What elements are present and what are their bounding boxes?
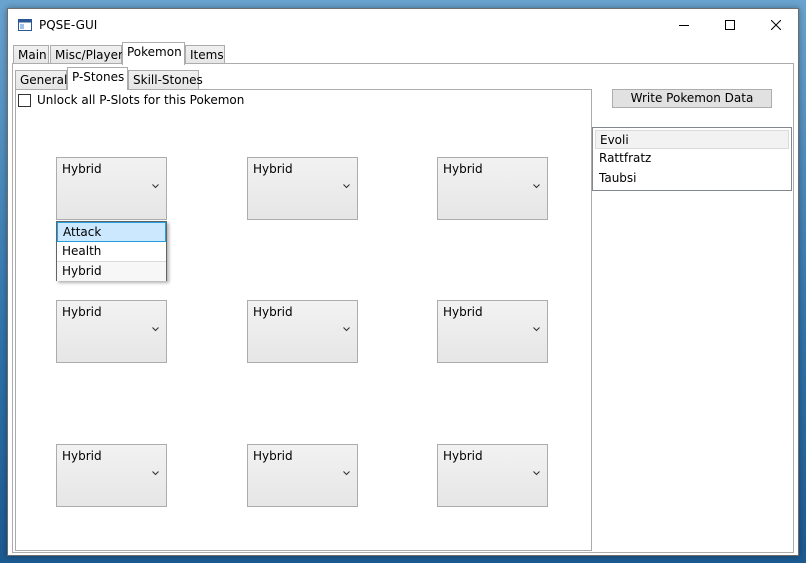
- stone-slot-6[interactable]: Hybrid: [437, 300, 548, 363]
- slot-value: Hybrid: [253, 449, 293, 463]
- stone-slot-2[interactable]: Hybrid: [247, 157, 358, 220]
- slot-value: Hybrid: [62, 305, 102, 319]
- slot-value: Hybrid: [443, 162, 483, 176]
- tab-general[interactable]: General: [15, 70, 67, 90]
- stone-slot-8[interactable]: Hybrid: [247, 444, 358, 507]
- list-item[interactable]: Evoli: [595, 130, 789, 149]
- chevron-down-icon: [343, 184, 350, 189]
- tab-items[interactable]: Items: [185, 45, 225, 65]
- list-item[interactable]: Rattfratz: [595, 149, 789, 168]
- minimize-button[interactable]: [661, 9, 707, 42]
- chevron-down-icon: [152, 471, 159, 476]
- tab-misc-player[interactable]: Misc/Player: [50, 45, 123, 65]
- window-title: PQSE-GUI: [39, 18, 98, 32]
- stone-slot-4[interactable]: Hybrid: [56, 300, 167, 363]
- list-item[interactable]: Taubsi: [595, 169, 789, 188]
- stone-slot-1[interactable]: Hybrid: [56, 157, 167, 220]
- pokemon-list: Evoli Rattfratz Taubsi: [592, 127, 792, 191]
- slot-value: Hybrid: [253, 162, 293, 176]
- stone-slot-5[interactable]: Hybrid: [247, 300, 358, 363]
- checkbox-label: Unlock all P-Slots for this Pokemon: [37, 93, 245, 107]
- chevron-down-icon: [533, 327, 540, 332]
- stone-slot-3[interactable]: Hybrid: [437, 157, 548, 220]
- tab-skill-stones[interactable]: Skill-Stones: [128, 70, 203, 90]
- slot-value: Hybrid: [253, 305, 293, 319]
- title-bar[interactable]: PQSE-GUI: [8, 9, 798, 42]
- slot-value: Hybrid: [62, 449, 102, 463]
- chevron-down-icon: [533, 471, 540, 476]
- maximize-button[interactable]: [707, 9, 753, 42]
- chevron-down-icon: [152, 184, 159, 189]
- dropdown-option-hybrid[interactable]: Hybrid: [57, 261, 166, 281]
- chevron-down-icon: [533, 184, 540, 189]
- dropdown-option-attack[interactable]: Attack: [57, 222, 166, 242]
- slot-value: Hybrid: [443, 305, 483, 319]
- maximize-icon: [725, 20, 735, 30]
- tab-main[interactable]: Main: [13, 45, 49, 65]
- tab-p-stones[interactable]: P-Stones: [67, 67, 128, 90]
- tab-pokemon[interactable]: Pokemon: [122, 42, 185, 65]
- slot-value: Hybrid: [62, 162, 102, 176]
- app-window: PQSE-GUI Main Misc/Player Pokemon Items …: [7, 8, 799, 556]
- close-button[interactable]: [753, 9, 799, 42]
- stone-type-dropdown: Attack Health Hybrid: [56, 221, 167, 281]
- minimize-icon: [679, 25, 689, 26]
- chevron-down-icon: [343, 471, 350, 476]
- app-icon: [18, 19, 32, 31]
- slot-value: Hybrid: [443, 449, 483, 463]
- stone-slot-9[interactable]: Hybrid: [437, 444, 548, 507]
- stone-slot-7[interactable]: Hybrid: [56, 444, 167, 507]
- chevron-down-icon: [152, 327, 159, 332]
- checkbox-box[interactable]: [18, 94, 31, 107]
- close-icon: [771, 20, 781, 30]
- chevron-down-icon: [343, 327, 350, 332]
- dropdown-option-health[interactable]: Health: [57, 242, 166, 262]
- write-pokemon-data-button[interactable]: Write Pokemon Data: [612, 89, 772, 108]
